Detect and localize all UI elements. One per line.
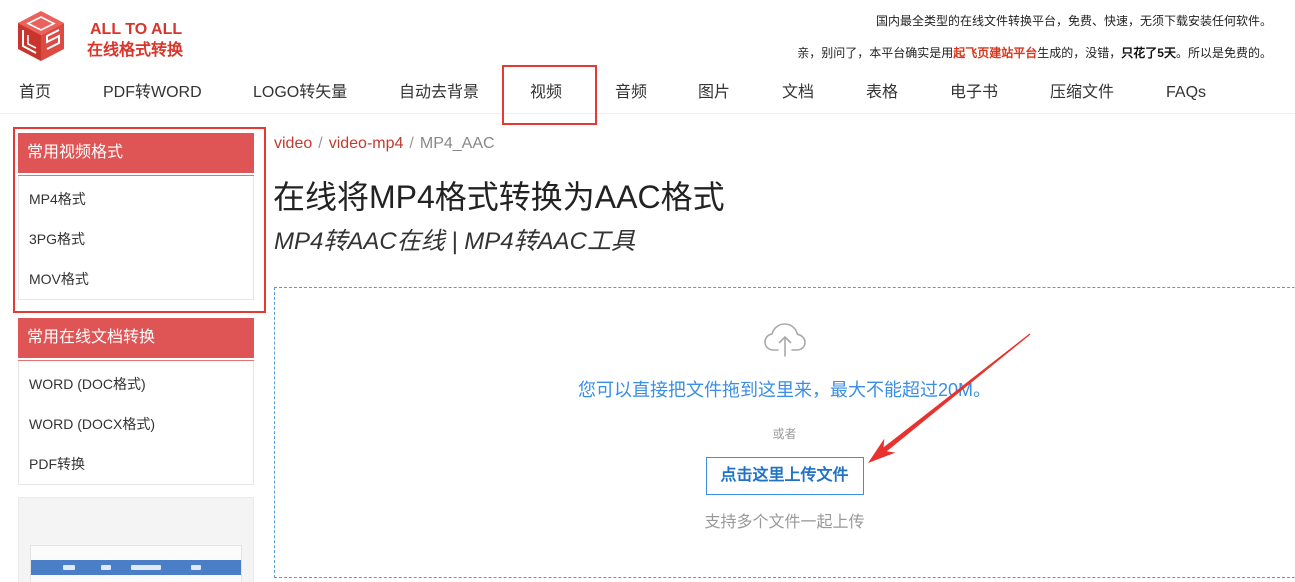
breadcrumb-separator: / <box>409 135 414 152</box>
thumbnail-toolbar <box>31 560 241 575</box>
sidebar-panel-video-formats: 常用视频格式 MP4格式 3PG格式 MOV格式 <box>18 133 254 300</box>
notice-bold-text: 只花了5天 <box>1121 46 1176 60</box>
page-root: ALL TO ALL 在线格式转换 国内最全类型的在线文件转换平台，免费、快速，… <box>0 0 1295 582</box>
breadcrumb-separator: / <box>318 135 323 152</box>
nav-item-archive[interactable]: 压缩文件 <box>1050 80 1114 106</box>
notice-prefix: 亲，别问了，本平台确实是用 <box>797 46 954 60</box>
sidebar-promo-block <box>18 497 254 582</box>
breadcrumb-current: MP4_AAC <box>419 135 495 152</box>
nav-item-video[interactable]: 视频 <box>530 80 562 106</box>
sidebar-item-word-doc[interactable]: WORD (DOC格式) <box>19 364 253 404</box>
sidebar-item-mp4[interactable]: MP4格式 <box>19 179 253 219</box>
page-title: 在线将MP4格式转换为AAC格式 <box>273 179 725 215</box>
cube-logo-icon[interactable] <box>14 9 68 63</box>
drop-hint-text: 您可以直接把文件拖到这里来，最大不能超过20M。 <box>577 380 991 400</box>
nav-item-audio[interactable]: 音频 <box>615 80 647 106</box>
breadcrumb-video[interactable]: video <box>274 135 312 152</box>
nav-item-ebook[interactable]: 电子书 <box>950 80 998 106</box>
thumbnail-mark <box>131 565 161 570</box>
thumbnail-mark <box>101 565 111 570</box>
thumbnail-mark <box>191 565 201 570</box>
notice-middle: 生成的，没错， <box>1037 46 1122 60</box>
header-tagline: 国内最全类型的在线文件转换平台，免费、快速，无须下载安装任何软件。 <box>875 14 1272 28</box>
nav-item-image[interactable]: 图片 <box>698 80 730 106</box>
sidebar-item-pdf[interactable]: PDF转换 <box>19 444 253 484</box>
multi-upload-hint: 支持多个文件一起上传 <box>704 514 865 531</box>
sidebar-panel-list: MP4格式 3PG格式 MOV格式 <box>18 173 254 300</box>
notice-suffix: 。所以是免费的。 <box>1175 46 1272 60</box>
sidebar-item-word-docx[interactable]: WORD (DOCX格式) <box>19 404 253 444</box>
nav-item-home[interactable]: 首页 <box>19 80 51 106</box>
header-notice: 亲，别问了，本平台确实是用起飞页建站平台生成的，没错，只花了5天。所以是免费的。 <box>797 45 1272 61</box>
nav-item-document[interactable]: 文档 <box>782 80 814 106</box>
page-subtitle: MP4转AAC在线 | MP4转AAC工具 <box>274 228 635 255</box>
thumbnail-mark <box>63 565 75 570</box>
sidebar-panel-title: 常用视频格式 <box>18 133 254 173</box>
file-drop-zone[interactable]: 您可以直接把文件拖到这里来，最大不能超过20M。 或者 点击这里上传文件 支持多… <box>274 287 1295 578</box>
breadcrumb-video-mp4[interactable]: video-mp4 <box>329 135 404 152</box>
breadcrumb: video / video-mp4 / MP4_AAC <box>274 134 495 154</box>
or-separator-text: 或者 <box>772 427 797 441</box>
nav-item-logo-vector[interactable]: LOGO转矢量 <box>253 80 347 106</box>
sidebar-item-3pg[interactable]: 3PG格式 <box>19 219 253 259</box>
nav-item-pdf-to-word[interactable]: PDF转WORD <box>103 80 202 106</box>
builder-platform-link[interactable]: 起飞页建站平台 <box>953 46 1037 60</box>
brand-name-en[interactable]: ALL TO ALL <box>90 21 182 39</box>
brand-name-cn[interactable]: 在线格式转换 <box>87 41 183 61</box>
promo-thumbnail-image[interactable] <box>30 545 242 582</box>
cloud-upload-icon <box>763 321 807 357</box>
logo-graphic <box>18 11 64 61</box>
nav-item-faqs[interactable]: FAQs <box>1166 80 1206 106</box>
nav-item-remove-bg[interactable]: 自动去背景 <box>399 80 479 106</box>
sidebar-panel-doc-conversion: 常用在线文档转换 WORD (DOC格式) WORD (DOCX格式) PDF转… <box>18 318 254 485</box>
upload-file-button[interactable]: 点击这里上传文件 <box>705 457 864 495</box>
sidebar-item-mov[interactable]: MOV格式 <box>19 259 253 299</box>
nav-item-spreadsheet[interactable]: 表格 <box>866 80 898 106</box>
sidebar-panel-title: 常用在线文档转换 <box>18 318 254 358</box>
main-nav: 首页 PDF转WORD LOGO转矢量 自动去背景 视频 音频 图片 文档 表格… <box>0 68 1295 114</box>
sidebar-panel-list: WORD (DOC格式) WORD (DOCX格式) PDF转换 <box>18 358 254 485</box>
